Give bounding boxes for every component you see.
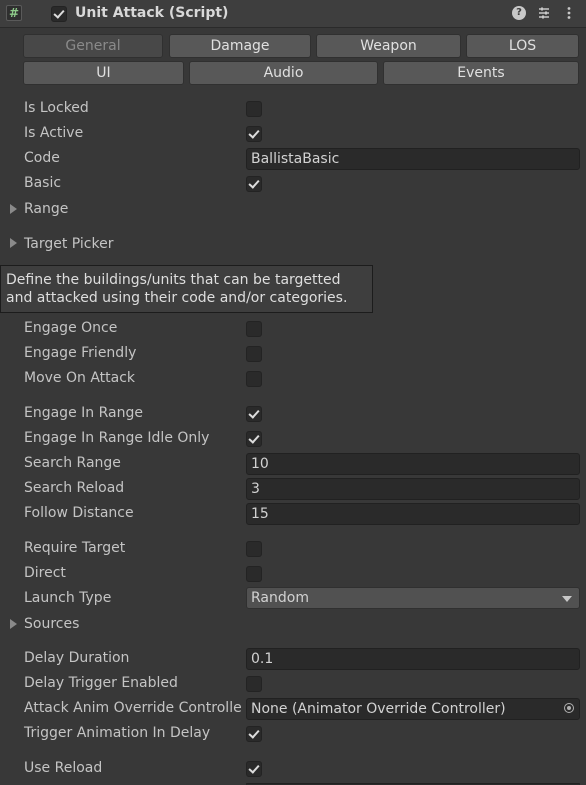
tab-ui[interactable]: UI bbox=[23, 61, 184, 85]
move-on-attack-checkbox[interactable] bbox=[246, 371, 262, 387]
tab-general[interactable]: General bbox=[23, 34, 163, 58]
follow-distance-field[interactable]: 15 bbox=[246, 503, 580, 525]
delay-duration-label: Delay Duration bbox=[24, 650, 130, 666]
tooltip-line-2: and attacked using their code and/or cat… bbox=[6, 290, 348, 306]
sources-foldout-arrow-icon[interactable] bbox=[10, 619, 17, 629]
launch-type-label: Launch Type bbox=[24, 590, 112, 606]
search-reload-label: Search Reload bbox=[24, 480, 125, 496]
tab-events[interactable]: Events bbox=[383, 61, 579, 85]
move-on-attack-label: Move On Attack bbox=[24, 370, 136, 386]
tab-damage[interactable]: Damage bbox=[169, 34, 311, 58]
use-reload-checkbox[interactable] bbox=[246, 761, 262, 777]
help-icon[interactable]: ? bbox=[512, 6, 526, 20]
is-locked-checkbox[interactable] bbox=[246, 101, 262, 117]
direct-checkbox[interactable] bbox=[246, 566, 262, 582]
attack-anim-override-controller-value: None (Animator Override Controller) bbox=[251, 701, 506, 717]
direct-label: Direct bbox=[24, 565, 66, 581]
search-range-label: Search Range bbox=[24, 455, 121, 471]
target-picker-foldout-label[interactable]: Target Picker bbox=[24, 236, 113, 252]
dropdown-arrow-icon bbox=[562, 596, 572, 602]
require-target-checkbox[interactable] bbox=[246, 541, 262, 557]
basic-checkbox[interactable] bbox=[246, 176, 262, 192]
engage-friendly-checkbox[interactable] bbox=[246, 346, 262, 362]
range-foldout-label[interactable]: Range bbox=[24, 201, 68, 217]
object-picker-icon[interactable] bbox=[564, 703, 574, 713]
is-active-label: Is Active bbox=[24, 125, 84, 141]
launch-type-dropdown[interactable]: Random bbox=[246, 587, 580, 609]
use-reload-label: Use Reload bbox=[24, 760, 103, 776]
engage-in-range-label: Engage In Range bbox=[24, 405, 143, 421]
component-enabled-checkbox[interactable] bbox=[51, 6, 67, 22]
trigger-animation-in-delay-checkbox[interactable] bbox=[246, 726, 262, 742]
attack-anim-override-controller-label: Attack Anim Override Controlle bbox=[24, 700, 242, 716]
delay-trigger-enabled-checkbox[interactable] bbox=[246, 676, 262, 692]
preset-icon[interactable] bbox=[537, 6, 551, 20]
tab-los[interactable]: LOS bbox=[466, 34, 579, 58]
trigger-animation-in-delay-label: Trigger Animation In Delay bbox=[24, 725, 211, 741]
component-header: # Unit Attack (Script) ? bbox=[0, 0, 586, 28]
basic-label: Basic bbox=[24, 175, 62, 191]
target-picker-tooltip: Define the buildings/units that can be t… bbox=[0, 265, 373, 313]
context-menu-icon[interactable] bbox=[562, 6, 576, 20]
require-target-label: Require Target bbox=[24, 540, 126, 556]
tooltip-line-1: Define the buildings/units that can be t… bbox=[6, 272, 341, 288]
is-active-checkbox[interactable] bbox=[246, 126, 262, 142]
code-label: Code bbox=[24, 150, 60, 166]
tab-weapon[interactable]: Weapon bbox=[316, 34, 461, 58]
sources-foldout-label[interactable]: Sources bbox=[24, 616, 79, 632]
range-foldout-arrow-icon[interactable] bbox=[10, 204, 17, 214]
engage-once-label: Engage Once bbox=[24, 320, 118, 336]
delay-duration-field[interactable]: 0.1 bbox=[246, 648, 580, 670]
is-locked-label: Is Locked bbox=[24, 100, 89, 116]
engage-in-range-idle-only-checkbox[interactable] bbox=[246, 431, 262, 447]
engage-friendly-label: Engage Friendly bbox=[24, 345, 137, 361]
engage-in-range-idle-only-label: Engage In Range Idle Only bbox=[24, 430, 210, 446]
engage-in-range-checkbox[interactable] bbox=[246, 406, 262, 422]
launch-type-value: Random bbox=[251, 590, 309, 606]
delay-trigger-enabled-label: Delay Trigger Enabled bbox=[24, 675, 178, 691]
component-title: Unit Attack (Script) bbox=[75, 5, 229, 21]
tab-audio[interactable]: Audio bbox=[189, 61, 378, 85]
script-icon: # bbox=[6, 5, 22, 21]
search-range-field[interactable]: 10 bbox=[246, 453, 580, 475]
target-picker-foldout-arrow-icon[interactable] bbox=[10, 238, 17, 248]
follow-distance-label: Follow Distance bbox=[24, 505, 134, 521]
attack-anim-override-controller-field[interactable]: None (Animator Override Controller) bbox=[246, 698, 580, 720]
code-field[interactable]: BallistaBasic bbox=[246, 148, 580, 170]
engage-once-checkbox[interactable] bbox=[246, 321, 262, 337]
search-reload-field[interactable]: 3 bbox=[246, 478, 580, 500]
